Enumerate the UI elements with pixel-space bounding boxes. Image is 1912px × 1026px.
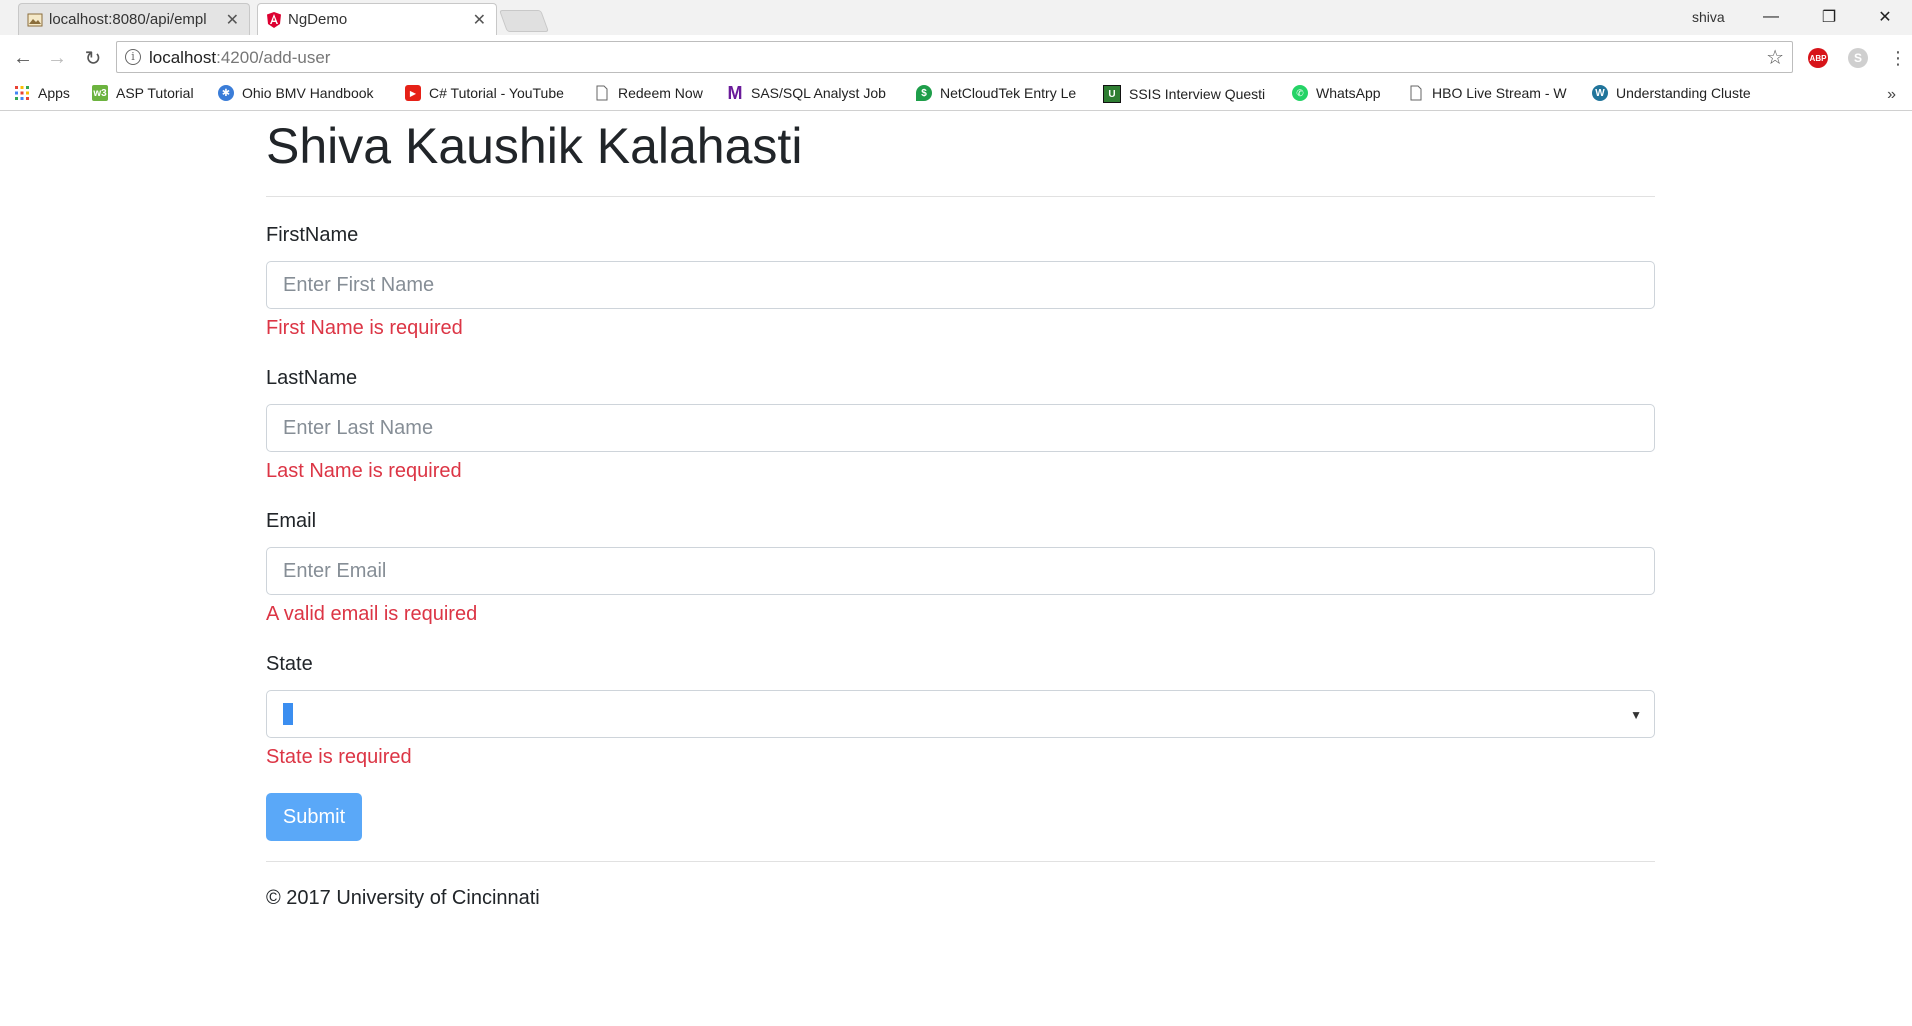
youtube-icon: ▶	[405, 85, 421, 101]
bookmark-whatsapp[interactable]: ✆ WhatsApp	[1292, 85, 1392, 101]
bookmark-star-icon[interactable]: ☆	[1766, 45, 1784, 70]
bookmark-label: HBO Live Stream - W	[1432, 85, 1567, 101]
first-name-error: First Name is required	[266, 317, 463, 339]
ohio-bmv-icon: ✱	[218, 85, 234, 101]
last-name-input[interactable]	[266, 404, 1655, 452]
page-icon	[596, 85, 608, 101]
bookmark-ssis-interview[interactable]: U SSIS Interview Questi	[1103, 85, 1273, 103]
bookmark-label: SSIS Interview Questi	[1129, 86, 1266, 102]
bookmark-label: Redeem Now	[618, 85, 703, 101]
adblock-icon[interactable]: ABP	[1808, 48, 1828, 68]
state-select[interactable]: ▼	[266, 690, 1655, 738]
state-group: State ▼ State is required	[266, 652, 1655, 769]
first-name-label: FirstName	[266, 224, 359, 246]
state-error: State is required	[266, 746, 412, 768]
back-arrow-icon[interactable]: ←	[10, 45, 36, 71]
netcloudtek-icon: $	[916, 85, 932, 101]
footer-copyright: © 2017 University of Cincinnati	[266, 887, 540, 909]
minimize-icon[interactable]: —	[1748, 4, 1794, 30]
bookmark-label: WhatsApp	[1316, 85, 1381, 101]
asp-tutorial-icon: w3	[92, 85, 108, 101]
bookmark-label: Understanding Cluste	[1616, 85, 1751, 101]
bookmarks-overflow-icon[interactable]: »	[1887, 86, 1896, 104]
u-logo-icon: U	[1103, 85, 1121, 103]
header-divider	[266, 196, 1655, 197]
menu-kebab-icon[interactable]: ⋮	[1885, 45, 1911, 71]
last-name-group: LastName Last Name is required	[266, 366, 1655, 483]
close-icon[interactable]: ✕	[226, 10, 239, 30]
chevron-down-icon[interactable]: ▼	[1630, 708, 1642, 722]
bookmark-label: NetCloudTek Entry Le	[940, 85, 1077, 101]
bookmark-label: ASP Tutorial	[116, 85, 194, 101]
angular-logo-icon	[267, 12, 281, 28]
bookmark-hbo-live[interactable]: HBO Live Stream - W	[1408, 85, 1576, 101]
bookmark-ohio-bmv[interactable]: ✱ Ohio BMV Handbook	[218, 85, 390, 101]
add-user-form: FirstName First Name is required LastNam…	[266, 223, 1655, 841]
m-logo-icon: M	[727, 85, 743, 101]
bookmark-understanding-cluster[interactable]: W Understanding Cluste	[1592, 85, 1764, 101]
last-name-error: Last Name is required	[266, 460, 462, 482]
apps-grid-icon	[15, 86, 29, 100]
state-label: State	[266, 653, 313, 675]
forward-arrow-icon[interactable]: →	[44, 45, 70, 71]
tab-api-employees[interactable]: localhost:8080/api/empl ✕	[18, 3, 250, 35]
browser-tabstrip: localhost:8080/api/empl ✕ NgDemo ✕ shiva…	[0, 0, 1912, 35]
state-focus-highlight	[283, 703, 293, 725]
tab-ngdemo[interactable]: NgDemo ✕	[257, 3, 497, 35]
browser-toolbar: ← → ↻ i localhost:4200/add-user ☆ ABP S …	[0, 35, 1912, 81]
restore-icon[interactable]: ❐	[1806, 4, 1852, 30]
image-file-icon	[27, 13, 43, 27]
bookmark-netcloudtek[interactable]: $ NetCloudTek Entry Le	[916, 85, 1088, 101]
bookmarks-bar: Apps w3 ASP Tutorial ✱ Ohio BMV Handbook…	[0, 81, 1912, 111]
bookmark-label: Ohio BMV Handbook	[242, 85, 374, 101]
bookmark-apps[interactable]: Apps	[14, 85, 70, 101]
email-label: Email	[266, 510, 317, 532]
close-icon[interactable]: ✕	[473, 10, 486, 30]
submit-button[interactable]: Submit	[266, 793, 362, 841]
bookmark-csharp-youtube[interactable]: ▶ C# Tutorial - YouTube	[405, 85, 577, 101]
close-window-icon[interactable]: ✕	[1862, 4, 1908, 30]
page-title: Shiva Kaushik Kalahasti	[266, 118, 803, 174]
address-bar[interactable]: i localhost:4200/add-user ☆	[116, 41, 1793, 73]
bookmark-asp-tutorial[interactable]: w3 ASP Tutorial	[92, 85, 204, 101]
footer-divider	[266, 861, 1655, 862]
tab-title: NgDemo	[288, 11, 348, 28]
info-icon[interactable]: i	[125, 49, 141, 65]
url-text[interactable]: localhost:4200/add-user	[149, 48, 330, 68]
tab-title: localhost:8080/api/empl	[49, 11, 207, 28]
whatsapp-icon: ✆	[1292, 85, 1308, 101]
last-name-label: LastName	[266, 367, 358, 389]
wordpress-icon: W	[1592, 85, 1608, 101]
new-tab-button[interactable]	[498, 10, 550, 32]
email-error: A valid email is required	[266, 603, 478, 625]
bookmark-redeem-now[interactable]: Redeem Now	[594, 85, 714, 101]
email-group: Email A valid email is required	[266, 509, 1655, 626]
bookmark-label: C# Tutorial - YouTube	[429, 85, 564, 101]
first-name-group: FirstName First Name is required	[266, 223, 1655, 340]
bookmark-sas-sql-job[interactable]: M SAS/SQL Analyst Job	[727, 85, 897, 101]
skype-icon[interactable]: S	[1848, 48, 1868, 68]
url-path: :4200/add-user	[216, 48, 331, 67]
profile-name[interactable]: shiva	[1692, 9, 1725, 25]
url-host: localhost	[149, 48, 217, 67]
bookmark-label: Apps	[38, 85, 70, 101]
bookmark-label: SAS/SQL Analyst Job	[751, 85, 886, 101]
reload-icon[interactable]: ↻	[80, 45, 106, 71]
email-input[interactable]	[266, 547, 1655, 595]
page-content: Shiva Kaushik Kalahasti FirstName First …	[266, 111, 1655, 910]
page-icon	[1410, 85, 1422, 101]
first-name-input[interactable]	[266, 261, 1655, 309]
